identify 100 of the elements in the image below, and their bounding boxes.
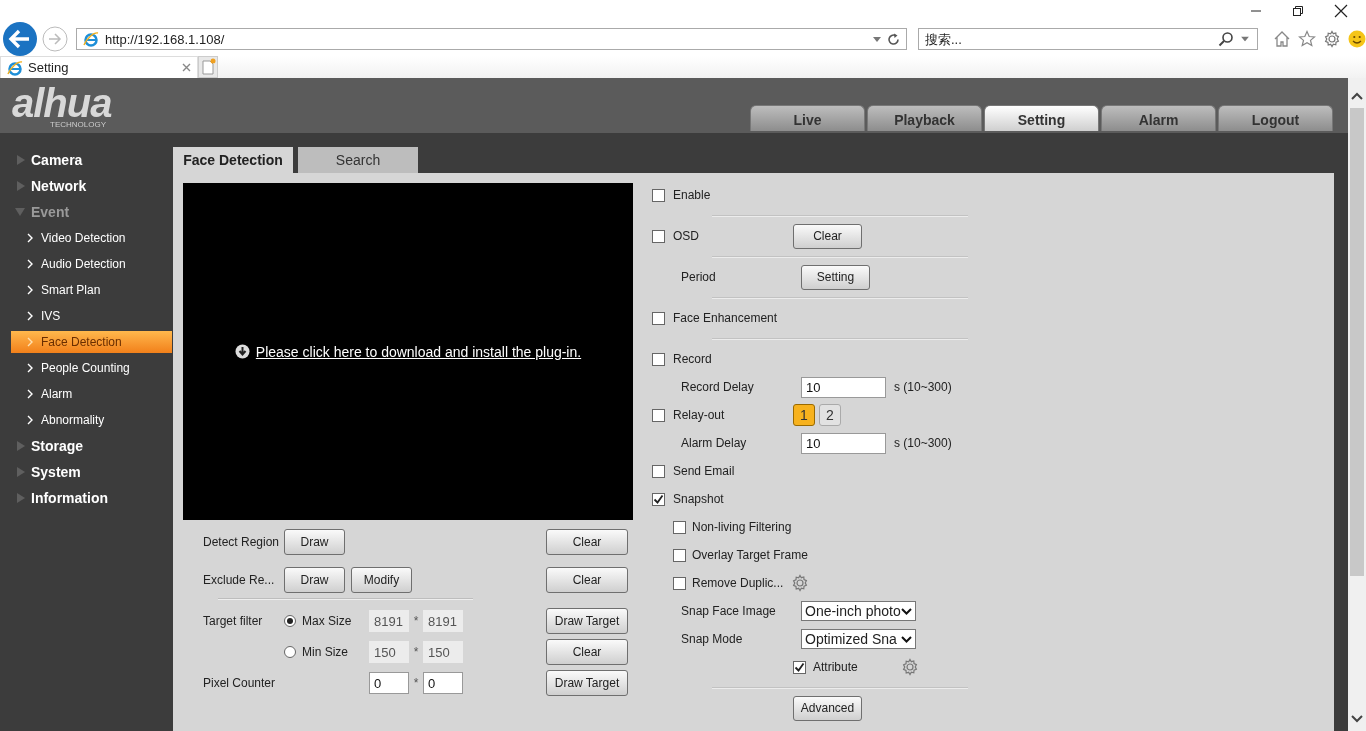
relay-button[interactable]: 1	[793, 404, 815, 426]
collapsed-triangle-icon	[17, 467, 25, 477]
settings-icon[interactable]	[901, 658, 919, 676]
option-label: Non-living Filtering	[692, 520, 792, 534]
radio-label: Min Size	[302, 645, 348, 659]
home-icon[interactable]	[1273, 30, 1291, 48]
settings-icon[interactable]	[1323, 30, 1341, 48]
relay-button[interactable]: 2	[819, 404, 841, 426]
checkbox[interactable]	[652, 311, 665, 325]
option-label: Alarm Delay	[681, 436, 748, 450]
checkbox[interactable]	[793, 660, 806, 674]
sidebar-item[interactable]: System	[0, 459, 172, 485]
button[interactable]: Advanced	[793, 695, 862, 721]
checkbox[interactable]	[652, 492, 665, 506]
option-label: Attribute	[813, 660, 859, 674]
checkbox[interactable]	[652, 408, 665, 422]
option-label: Snapshot	[673, 492, 725, 506]
option-label: Record Delay	[681, 380, 755, 394]
sidebar-subitem[interactable]: Smart Plan	[0, 277, 172, 303]
radio-button[interactable]	[284, 646, 296, 658]
browser-icon	[7, 59, 23, 76]
settings-icon[interactable]	[791, 574, 810, 592]
download-icon[interactable]	[234, 344, 250, 359]
checkbox[interactable]	[673, 520, 686, 534]
button[interactable]: Draw	[284, 567, 345, 593]
check-icon	[794, 661, 805, 673]
option-label: Period	[681, 270, 717, 284]
chevron-icon	[27, 389, 33, 399]
button[interactable]: Clear	[546, 567, 628, 593]
option-label: Snap Face Image	[681, 604, 777, 618]
sidebar-item[interactable]: Storage	[0, 433, 172, 459]
sidebar-subitem[interactable]: Face Detection	[11, 331, 172, 353]
number-field[interactable]: 10	[801, 432, 886, 454]
button[interactable]: Draw Target	[546, 608, 628, 634]
sidebar-item[interactable]: Camera	[0, 147, 172, 173]
nav-tab[interactable]: Setting	[984, 105, 1099, 131]
number-field[interactable]: 10	[801, 376, 886, 398]
brand-logo: alhua	[12, 82, 112, 123]
dropdown-caret-icon[interactable]	[1241, 36, 1249, 42]
button[interactable]: Draw	[284, 529, 345, 555]
button[interactable]: Clear	[546, 639, 628, 665]
url-text: http://192.168.1.108/	[105, 31, 225, 47]
sidebar-item[interactable]: Network	[0, 173, 172, 199]
field-label: Target filter	[203, 614, 264, 628]
sidebar-subitem[interactable]: Abnormality	[0, 407, 172, 433]
back-icon[interactable]	[2, 21, 38, 57]
dropdown-caret-icon[interactable]	[873, 36, 881, 42]
nav-tab[interactable]: Logout	[1218, 105, 1333, 131]
expanded-triangle-icon	[15, 208, 25, 216]
scrollbar-thumb[interactable]	[1350, 108, 1364, 576]
number-field[interactable]: 0	[423, 672, 463, 694]
scroll-down-icon[interactable]	[1351, 715, 1363, 723]
collapsed-triangle-icon	[17, 493, 25, 503]
restore-icon[interactable]	[1292, 5, 1304, 17]
search-icon[interactable]	[1218, 31, 1234, 47]
checkbox[interactable]	[652, 188, 665, 202]
field-label: Exclude Re...	[203, 573, 276, 587]
sidebar-subitem[interactable]: Audio Detection	[0, 251, 172, 277]
button[interactable]: Clear	[793, 223, 862, 249]
checkbox[interactable]	[652, 352, 665, 366]
button[interactable]: Draw Target	[546, 670, 628, 696]
close-icon[interactable]	[1334, 4, 1348, 18]
sidebar-item[interactable]: Event	[0, 199, 172, 225]
logo-tagline: TECHNOLOGY	[50, 120, 107, 129]
radio-button[interactable]	[284, 615, 296, 627]
nav-tab[interactable]: Live	[750, 105, 865, 131]
checkbox[interactable]	[652, 229, 665, 243]
checkbox[interactable]	[652, 464, 665, 478]
sidebar-item[interactable]: Information	[0, 485, 172, 511]
nav-tab[interactable]: Playback	[867, 105, 982, 131]
sidebar-subitem[interactable]: IVS	[0, 303, 172, 329]
button[interactable]: Setting	[801, 264, 870, 290]
dropdown[interactable]: Optimized Sna	[801, 629, 916, 649]
button[interactable]: Clear	[546, 529, 628, 555]
button[interactable]: Modify	[351, 567, 412, 593]
sidebar-subitem[interactable]: Alarm	[0, 381, 172, 407]
browser-tab[interactable]: Setting	[0, 56, 198, 78]
collapsed-triangle-icon	[17, 441, 25, 451]
checkbox[interactable]	[673, 548, 686, 562]
browser-icon	[83, 31, 99, 47]
field-label: Pixel Counter	[203, 676, 277, 690]
star-icon[interactable]	[1298, 30, 1316, 48]
nav-tab[interactable]: Alarm	[1101, 105, 1216, 131]
sidebar-subitem[interactable]: Video Detection	[0, 225, 172, 251]
smiley-icon[interactable]	[1348, 30, 1366, 48]
collapsed-triangle-icon	[17, 155, 25, 165]
refresh-icon[interactable]	[887, 32, 900, 46]
radio-label: Max Size	[302, 614, 352, 628]
scroll-up-icon[interactable]	[1351, 92, 1363, 100]
plugin-link[interactable]: Please click here to download and install the plug-in.	[255, 343, 582, 360]
chevron-down-icon	[901, 607, 912, 615]
number-field[interactable]: 0	[369, 672, 409, 694]
checkbox[interactable]	[673, 576, 686, 590]
sidebar-subitem[interactable]: People Counting	[0, 355, 172, 381]
dropdown[interactable]: One-inch photo	[801, 601, 916, 621]
page-tab[interactable]: Face Detection	[173, 147, 293, 173]
page-tab[interactable]: Search	[298, 147, 418, 173]
search-field[interactable]: 搜索...	[918, 28, 1258, 50]
chevron-icon	[27, 233, 33, 243]
times-sign: *	[413, 614, 419, 628]
